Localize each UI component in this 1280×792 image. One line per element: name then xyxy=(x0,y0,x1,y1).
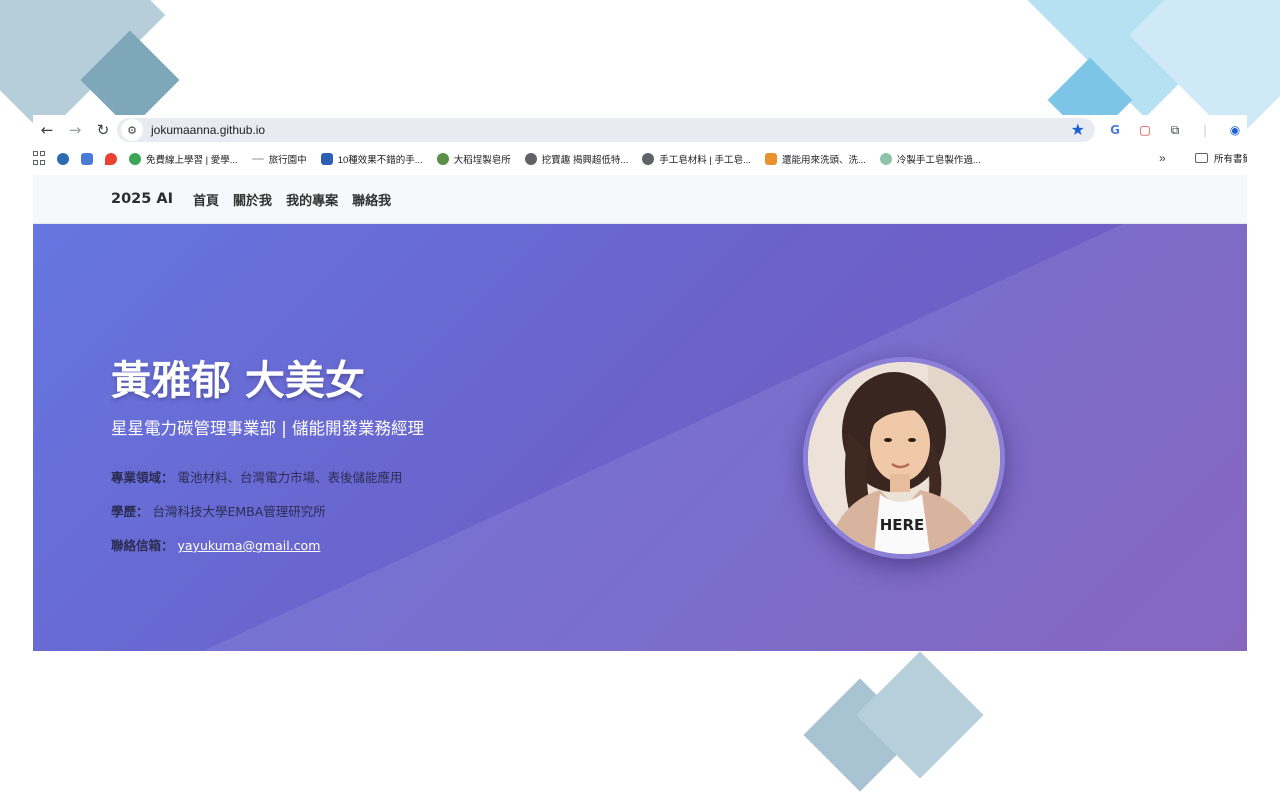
toolbar-actions: G ▢ ⧉ | ◉ xyxy=(1105,115,1245,145)
browser-toolbar: ← → ↻ ⚙ jokumaanna.github.io ★ G ▢ ⧉ | ◉ xyxy=(33,115,1247,145)
folder-icon xyxy=(1195,153,1208,163)
hero-section: 黃雅郁 大美女 星星電力碳管理事業部 | 儲能開發業務經理 專業領域： 電池材料… xyxy=(33,224,1247,651)
maps-icon[interactable] xyxy=(105,153,117,165)
site-info-icon[interactable]: ⚙ xyxy=(121,119,143,141)
nav-link-home[interactable]: 首頁 xyxy=(193,190,219,209)
apps-grid-icon[interactable] xyxy=(33,151,49,167)
education-value: 台灣科技大學EMBA管理研究所 xyxy=(152,504,326,519)
email-row: 聯絡信箱： yayukuma@gmail.com xyxy=(111,535,320,554)
expertise-label: 專業領域： xyxy=(111,470,174,485)
bookmarks-overflow-button[interactable]: » xyxy=(1159,151,1166,165)
address-bar[interactable]: ⚙ jokumaanna.github.io ★ xyxy=(117,118,1095,142)
site-navbar: 2025 AI 首頁 關於我 我的專案 聯絡我 xyxy=(33,175,1247,224)
bookmark-item[interactable]: 免費線上學習 | 愛學... xyxy=(129,152,238,166)
extension-badge-icon[interactable]: ▢ xyxy=(1135,120,1155,140)
extension-icon[interactable]: ⧉ xyxy=(1165,120,1185,140)
bookmark-item[interactable]: 旅行園中 xyxy=(251,152,307,166)
bookmark-item[interactable]: 10種效果不錯的手... xyxy=(320,152,423,166)
bookmark-item[interactable]: 手工皂材料 | 手工皂... xyxy=(642,152,751,166)
back-icon[interactable]: ← xyxy=(33,116,61,144)
hero-subtitle: 星星電力碳管理事業部 | 儲能開發業務經理 xyxy=(111,419,425,438)
bookmark-item[interactable]: 還能用來洗頭、洗... xyxy=(764,152,866,166)
hero-title: 黃雅郁 大美女 xyxy=(111,358,365,404)
bookmark-item[interactable]: 挖寶趣 揭興超低特... xyxy=(524,152,628,166)
nav-link-projects[interactable]: 我的專案 xyxy=(286,190,338,209)
nav-link-about[interactable]: 關於我 xyxy=(233,190,272,209)
forward-icon[interactable]: → xyxy=(61,116,89,144)
email-link[interactable]: yayukuma@gmail.com xyxy=(178,538,321,553)
bookmarks-bar: 免費線上學習 | 愛學... 旅行園中 10種效果不錯的手... 大稻埕製皂所 … xyxy=(33,145,1247,173)
email-label: 聯絡信箱： xyxy=(111,538,174,553)
bookmark-star-icon[interactable]: ★ xyxy=(1071,120,1085,139)
education-label: 學歷： xyxy=(111,504,149,519)
expertise-value: 電池材料、台灣電力市場、表後儲能應用 xyxy=(177,470,403,485)
bookmark-favicon[interactable] xyxy=(57,153,69,165)
translate-icon[interactable] xyxy=(81,153,93,165)
all-bookmarks-folder[interactable]: 所有書籤 xyxy=(1195,151,1247,165)
browser-window: ← → ↻ ⚙ jokumaanna.github.io ★ G ▢ ⧉ | ◉… xyxy=(33,115,1247,651)
bookmark-item[interactable]: 大稻埕製皂所 xyxy=(436,152,511,166)
translate-icon[interactable]: G xyxy=(1105,120,1125,140)
expertise-row: 專業領域： 電池材料、台灣電力市場、表後儲能應用 xyxy=(111,467,403,486)
education-row: 學歷： 台灣科技大學EMBA管理研究所 xyxy=(111,501,326,520)
bookmark-item[interactable]: 冷製手工皂製作過... xyxy=(879,152,981,166)
url-text[interactable]: jokumaanna.github.io xyxy=(151,123,265,137)
avatar: HERE xyxy=(803,357,1005,559)
nav-link-contact[interactable]: 聯絡我 xyxy=(352,190,391,209)
site-brand[interactable]: 2025 AI xyxy=(111,191,173,207)
reload-icon[interactable]: ↻ xyxy=(89,116,117,144)
toolbar-divider: | xyxy=(1202,123,1208,137)
profile-icon[interactable]: ◉ xyxy=(1225,120,1245,140)
svg-text:HERE: HERE xyxy=(880,516,925,534)
profile-photo: HERE xyxy=(808,362,1000,554)
